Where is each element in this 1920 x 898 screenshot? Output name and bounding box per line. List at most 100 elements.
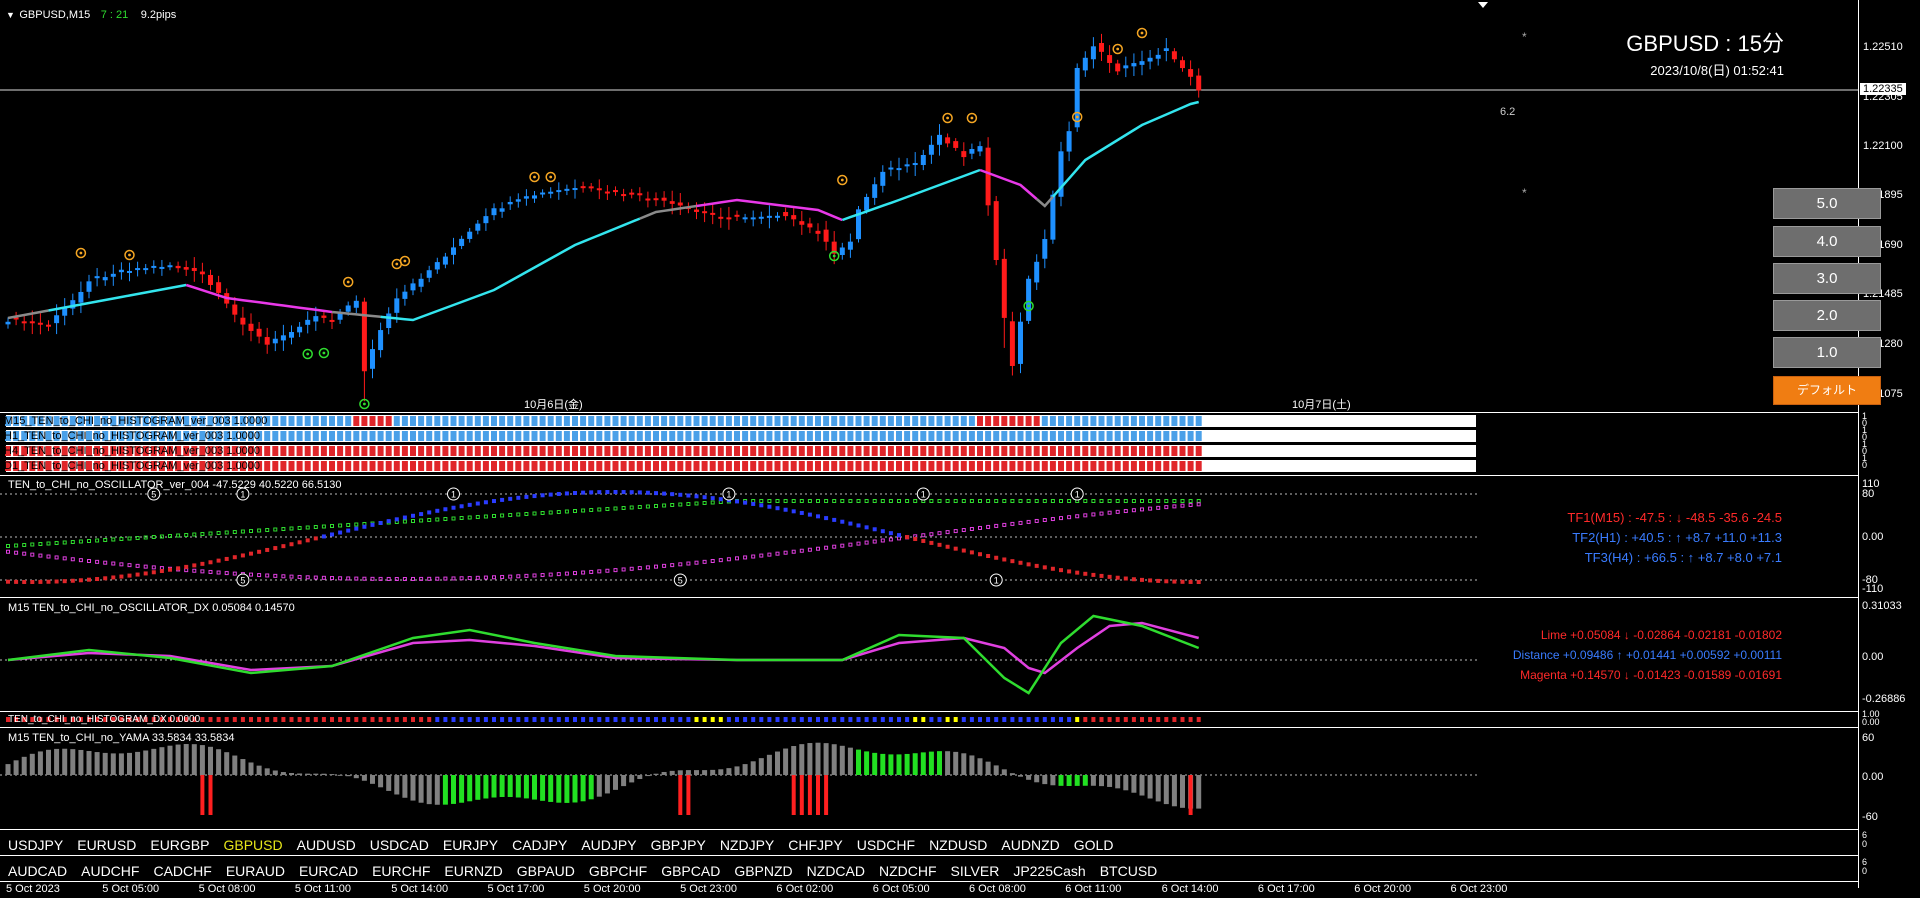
symbol-button-usdjpy[interactable]: USDJPY xyxy=(8,837,63,853)
oscillator-panel[interactable]: 5 5 1 1 5 1 1 1 1 TEN_to_CHI_no_OSCILLATOR_ver_0… xyxy=(0,476,1858,597)
yama-bar xyxy=(345,775,351,777)
symbol-button-gbpaud[interactable]: GBPAUD xyxy=(517,863,575,879)
symbol-button-jp225cash[interactable]: JP225Cash xyxy=(1013,863,1085,879)
candle-body xyxy=(953,141,959,148)
hist-dx-cell xyxy=(1018,717,1023,722)
histogram-bar xyxy=(709,431,716,441)
dx-panel[interactable]: M15 TEN_to_CHI_no_OSCILLATOR_DX 0.05084 … xyxy=(0,598,1858,711)
candle-body xyxy=(758,216,764,219)
symbol-button-eurcad[interactable]: EURCAD xyxy=(299,863,358,879)
symbol-button-gbpjpy[interactable]: GBPJPY xyxy=(651,837,706,853)
candle-body xyxy=(329,319,335,322)
histogram-bar xyxy=(993,416,1000,426)
tf1-dot xyxy=(1148,578,1153,583)
tf1-dot xyxy=(791,509,796,514)
symbol-button-euraud[interactable]: EURAUD xyxy=(226,863,285,879)
histogram-bar xyxy=(620,461,627,471)
histogram-bar xyxy=(369,446,376,456)
yama-bar xyxy=(540,775,546,801)
symbol-button-audchf[interactable]: AUDCHF xyxy=(81,863,139,879)
candle-body xyxy=(564,188,570,191)
histogram-bar xyxy=(742,431,749,441)
symbol-button-gbpusd[interactable]: GBPUSD xyxy=(223,837,282,853)
histogram-bar xyxy=(612,446,619,456)
histogram-bar xyxy=(887,431,894,441)
symbol-button-gbpcad[interactable]: GBPCAD xyxy=(661,863,720,879)
collapse-icon[interactable]: ▼ xyxy=(6,10,15,20)
histogram-bar xyxy=(393,416,400,426)
histogram-bar xyxy=(1017,431,1024,441)
symbol-button-audusd[interactable]: AUDUSD xyxy=(297,837,356,853)
hist-dx-cell xyxy=(791,717,796,722)
symbol-button-usdcad[interactable]: USDCAD xyxy=(370,837,429,853)
histogram-bar xyxy=(1122,461,1129,471)
yama-bar xyxy=(1018,775,1023,777)
symbol-button-eurjpy[interactable]: EURJPY xyxy=(443,837,498,853)
hist-dx-cell xyxy=(726,717,731,722)
default-button[interactable]: デフォルト xyxy=(1773,376,1881,405)
hist-dx-cell xyxy=(224,717,229,722)
symbol-button-btcusd[interactable]: BTCUSD xyxy=(1100,863,1158,879)
symbol-timeframe: GBPUSD,M15 xyxy=(19,9,91,21)
symbol-button-eurchf[interactable]: EURCHF xyxy=(372,863,430,879)
histogram-bar xyxy=(272,431,279,441)
zoom-button-4[interactable]: 4.0 xyxy=(1773,226,1881,257)
candle-body xyxy=(928,144,934,155)
histogram-bar xyxy=(264,431,271,441)
yama-bar xyxy=(1171,775,1177,807)
yama-bar xyxy=(734,766,740,775)
tf1-dot xyxy=(969,550,974,555)
tf3-dot xyxy=(864,499,869,503)
symbol-button-silver[interactable]: SILVER xyxy=(951,863,1000,879)
yama-bar xyxy=(127,752,132,775)
tf1-dot xyxy=(119,574,124,579)
zoom-button-1[interactable]: 1.0 xyxy=(1773,337,1881,368)
tf2-dot xyxy=(848,542,853,547)
symbol-button-eurgbp[interactable]: EURGBP xyxy=(150,837,209,853)
symbol-button-usdchf[interactable]: USDCHF xyxy=(857,837,915,853)
symbol-button-nzdchf[interactable]: NZDCHF xyxy=(879,863,937,879)
histogram-bar xyxy=(734,446,740,456)
histogram-bar xyxy=(628,431,635,441)
buy-signal-dot xyxy=(832,254,836,258)
histogram-bar xyxy=(385,416,392,426)
histogram-bar xyxy=(264,446,271,456)
histogram-bar xyxy=(296,461,303,471)
zoom-button-3[interactable]: 3.0 xyxy=(1773,263,1881,294)
symbol-button-chfjpy[interactable]: CHFJPY xyxy=(788,837,842,853)
histogram-bar xyxy=(839,461,846,471)
symbol-button-nzdusd[interactable]: NZDUSD xyxy=(929,837,987,853)
symbol-button-gold[interactable]: GOLD xyxy=(1074,837,1114,853)
price-chart-canvas[interactable] xyxy=(0,0,1858,412)
symbol-button-gbpnzd[interactable]: GBPNZD xyxy=(734,863,792,879)
zoom-button-2[interactable]: 2.0 xyxy=(1773,300,1881,331)
candle-body xyxy=(313,316,319,322)
sell-signal-dot xyxy=(403,259,407,263)
histogram-bar xyxy=(952,416,959,426)
tf3-dot xyxy=(994,499,999,503)
symbol-button-cadjpy[interactable]: CADJPY xyxy=(512,837,567,853)
symbol-button-eurusd[interactable]: EURUSD xyxy=(77,837,136,853)
histogram-bar xyxy=(280,416,287,426)
symbol-button-eurnzd[interactable]: EURNZD xyxy=(444,863,502,879)
symbol-button-nzdcad[interactable]: NZDCAD xyxy=(807,863,865,879)
symbol-button-nzdjpy[interactable]: NZDJPY xyxy=(720,837,774,853)
histogram-bar xyxy=(1074,416,1081,426)
histogram-bar xyxy=(466,416,473,426)
symbol-button-gbpchf[interactable]: GBPCHF xyxy=(589,863,647,879)
symbol-button-cadchf[interactable]: CADCHF xyxy=(153,863,211,879)
symbol-button-audjpy[interactable]: AUDJPY xyxy=(581,837,636,853)
sell-signal-dot xyxy=(840,178,844,182)
tf3-dot xyxy=(240,529,245,534)
zoom-button-5[interactable]: 5.0 xyxy=(1773,188,1881,219)
tf2-dot xyxy=(14,550,19,555)
symbol-button-audnzd[interactable]: AUDNZD xyxy=(1001,837,1059,853)
hist-dx-cell xyxy=(751,717,756,722)
symbol-button-audcad[interactable]: AUDCAD xyxy=(8,863,67,879)
tf3-dot xyxy=(824,499,829,503)
hist-dx-cell xyxy=(994,717,999,722)
main-chart[interactable]: ▼ GBPUSD,M15 7 : 21 9.2pips GBPUSD : 15分… xyxy=(0,0,1858,412)
yama-panel[interactable]: M15 TEN_to_CHI_no_YAMA 33.5834 33.5834 xyxy=(0,728,1858,829)
tf1-dot xyxy=(718,497,723,502)
histogram-bar xyxy=(936,431,943,441)
